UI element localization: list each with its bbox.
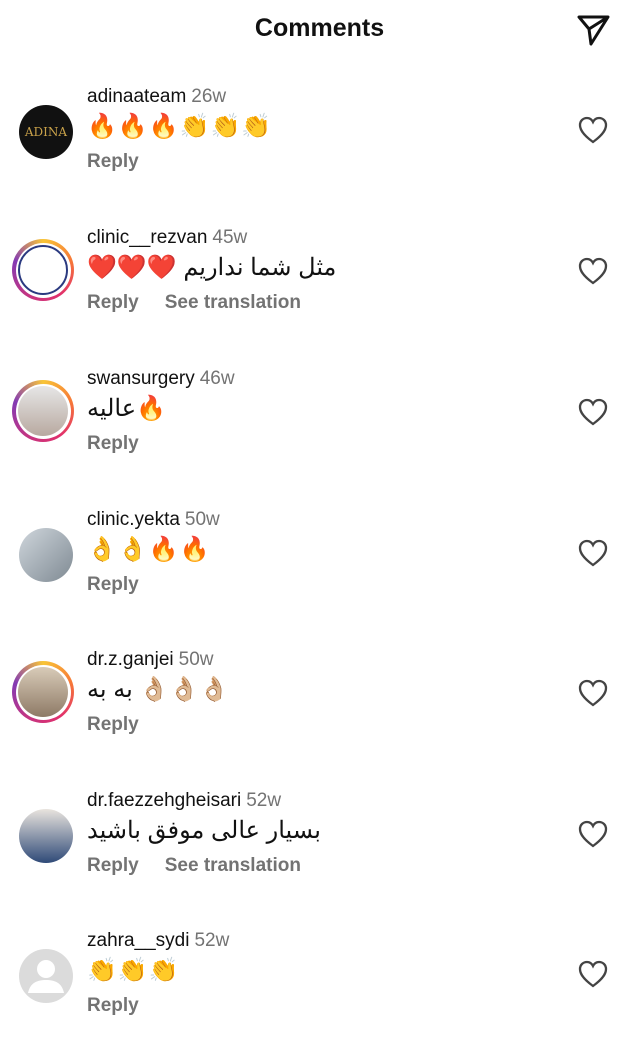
comment-time: 45w: [212, 227, 248, 248]
comment-username[interactable]: clinic.yekta: [87, 509, 180, 530]
comment-text: بسیار عالی موفق باشید: [87, 817, 321, 844]
reply-button[interactable]: Reply: [87, 433, 139, 454]
comment-text: 👏👏👏: [87, 957, 180, 984]
avatar[interactable]: [19, 809, 73, 863]
comment-meta: swansurgery 46w: [87, 368, 235, 390]
reply-button[interactable]: Reply: [87, 574, 139, 595]
comment-meta: dr.z.ganjei 50w: [87, 649, 213, 671]
avatar-logo-text: ADINA: [24, 125, 68, 139]
like-heart-icon[interactable]: [578, 257, 608, 285]
comments-header: Comments: [0, 0, 639, 58]
comment-text: مثل شما نداریم ❤️❤️❤️: [87, 254, 337, 281]
comment-actions: Reply: [87, 151, 165, 173]
paper-plane-icon[interactable]: [574, 10, 612, 48]
like-heart-icon[interactable]: [578, 539, 608, 567]
avatar[interactable]: [19, 949, 73, 1003]
comment-username[interactable]: zahra__sydi: [87, 930, 189, 951]
comment-time: 52w: [246, 790, 282, 811]
comment-meta: clinic.yekta 50w: [87, 509, 220, 531]
avatar[interactable]: [19, 528, 73, 582]
comment-item: dr.z.ganjei 50w به به 👌🏼👌🏼👌🏼 Reply: [0, 649, 639, 781]
reply-button[interactable]: Reply: [87, 292, 139, 313]
avatar[interactable]: [12, 661, 74, 723]
comment-username[interactable]: swansurgery: [87, 368, 195, 389]
comment-username[interactable]: clinic__rezvan: [87, 227, 207, 248]
comment-meta: clinic__rezvan 45w: [87, 227, 247, 249]
see-translation-button[interactable]: See translation: [165, 292, 301, 313]
comment-meta: dr.faezzehgheisari 52w: [87, 790, 281, 812]
comment-item: dr.faezzehgheisari 52w بسیار عالی موفق با…: [0, 790, 639, 922]
like-heart-icon[interactable]: [578, 398, 608, 426]
comment-text: 👌👌🔥🔥: [87, 536, 211, 563]
comment-actions: Reply: [87, 995, 165, 1017]
comment-time: 50w: [184, 509, 220, 530]
comment-actions: Reply See translation: [87, 292, 327, 314]
comment-actions: Reply: [87, 433, 165, 455]
avatar[interactable]: ADINA: [19, 105, 73, 159]
comment-time: 26w: [191, 86, 227, 107]
like-heart-icon[interactable]: [578, 960, 608, 988]
reply-button[interactable]: Reply: [87, 855, 139, 876]
comment-username[interactable]: adinaateam: [87, 86, 186, 107]
avatar[interactable]: [12, 239, 74, 301]
comment-time: 46w: [199, 368, 235, 389]
default-user-icon: [28, 960, 64, 993]
like-heart-icon[interactable]: [578, 820, 608, 848]
comment-item: swansurgery 46w عالیه🔥 Reply: [0, 368, 639, 500]
see-translation-button[interactable]: See translation: [165, 855, 301, 876]
like-heart-icon[interactable]: [578, 116, 608, 144]
like-heart-icon[interactable]: [578, 679, 608, 707]
comment-item: clinic__rezvan 45w مثل شما نداریم ❤️❤️❤️ …: [0, 227, 639, 359]
comment-username[interactable]: dr.z.ganjei: [87, 649, 174, 670]
comment-time: 52w: [194, 930, 230, 951]
comment-item: clinic.yekta 50w 👌👌🔥🔥 Reply: [0, 509, 639, 641]
comment-actions: Reply See translation: [87, 855, 327, 877]
comment-time: 50w: [178, 649, 214, 670]
comment-actions: Reply: [87, 714, 165, 736]
reply-button[interactable]: Reply: [87, 714, 139, 735]
reply-button[interactable]: Reply: [87, 151, 139, 172]
comment-text: به به 👌🏼👌🏼👌🏼: [87, 676, 230, 703]
comment-username[interactable]: dr.faezzehgheisari: [87, 790, 241, 811]
comment-meta: zahra__sydi 52w: [87, 930, 229, 952]
comment-item: ADINA adinaateam 26w 🔥🔥🔥👏👏👏 Reply: [0, 86, 639, 218]
avatar[interactable]: [12, 380, 74, 442]
comment-item: zahra__sydi 52w 👏👏👏 Reply: [0, 930, 639, 1062]
page-title: Comments: [254, 14, 385, 42]
comment-actions: Reply: [87, 574, 165, 596]
reply-button[interactable]: Reply: [87, 995, 139, 1016]
comment-text: عالیه🔥: [87, 395, 166, 422]
comment-text: 🔥🔥🔥👏👏👏: [87, 113, 273, 140]
comment-meta: adinaateam 26w: [87, 86, 226, 108]
